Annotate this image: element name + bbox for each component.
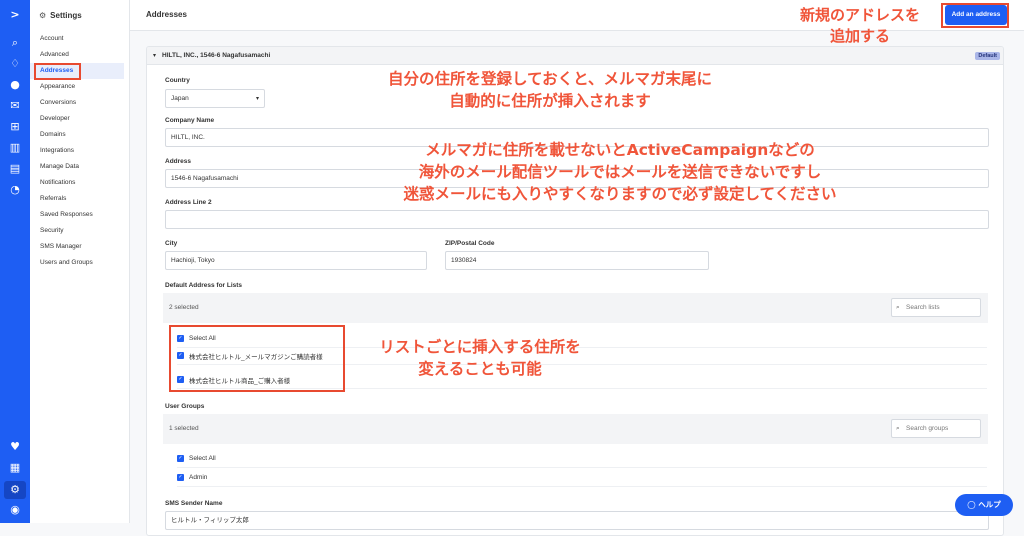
app-rail: > ⌕ ♢ ● ✉ ⊞ ▥ ▤ ◔ ♥ ▦ ⚙ ◉ [0, 0, 30, 523]
avatar-icon[interactable]: ◉ [8, 503, 22, 517]
logo-chevron-icon[interactable]: > [8, 8, 22, 22]
groups-selected-count: 1 selected [169, 425, 199, 432]
sidebar-item-advanced[interactable]: Advanced [30, 47, 129, 63]
address-card-header[interactable]: ▾ HILTL, INC., 1546-6 Nagafusamachi Defa… [147, 47, 1003, 65]
highlight-add-button-box [941, 3, 1009, 28]
sms-label: SMS Sender Name [165, 500, 223, 507]
sidebar-item-notifications[interactable]: Notifications [30, 175, 129, 191]
sidebar-item-security[interactable]: Security [30, 223, 129, 239]
search-icon: ⌕ [896, 303, 900, 311]
address-line2-label: Address Line 2 [165, 199, 212, 206]
sms-sender-input[interactable]: ヒルトル・フィリップ太郎 [165, 511, 989, 530]
chat-bubble-icon: ◯ [967, 500, 976, 509]
city-input[interactable]: Hachioji, Tokyo [165, 251, 427, 270]
lists-selected-count: 2 selected [169, 304, 199, 311]
group-item-label: Admin [189, 474, 208, 481]
settings-icon[interactable]: ⚙ [8, 483, 22, 497]
country-label: Country [165, 77, 190, 84]
annotation-footer: 自分の住所を登録しておくと、メルマガ末尾に 自動的に住所が挿入されます [340, 68, 760, 112]
caret-down-icon: ▾ [255, 95, 259, 102]
address-heading: HILTL, INC., 1546-6 Nagafusamachi [162, 52, 271, 59]
group-item-label: Select All [189, 455, 216, 462]
page-title: Addresses [146, 10, 187, 19]
annotation-add-line2: 追加する [829, 27, 890, 45]
sidebar-item-referrals[interactable]: Referrals [30, 191, 129, 207]
country-select[interactable]: Japan ▾ [165, 89, 265, 108]
search-icon[interactable]: ⌕ [8, 36, 22, 50]
search-groups-input[interactable]: ⌕ Search groups [891, 419, 981, 438]
highlight-addresses-box [34, 63, 81, 80]
apps-icon[interactable]: ▦ [8, 461, 22, 475]
address-label: Address [165, 158, 192, 165]
pipeline-icon[interactable]: ▥ [8, 141, 22, 155]
zip-label: ZIP/Postal Code [445, 240, 495, 247]
group-item[interactable]: ✓ Select All [177, 450, 987, 468]
help-label: ヘルプ [978, 500, 1001, 509]
search-lists-placeholder: Search lists [906, 304, 940, 311]
group-item[interactable]: ✓ Admin [177, 469, 987, 487]
sidebar-item-account[interactable]: Account [30, 31, 129, 47]
sidebar-title: Settings [50, 10, 82, 20]
annotation-add-address: 新規のアドレスを 追加する [785, 5, 935, 47]
pie-chart-icon[interactable]: ◔ [8, 183, 22, 197]
checkbox-checked-icon[interactable]: ✓ [177, 455, 184, 462]
annotation-footer-line1: 自分の住所を登録しておくと、メルマガ末尾に [388, 70, 712, 88]
annotation-warn-line2: 海外のメール配信ツールではメールを送信できないですし [418, 163, 822, 181]
sidebar-item-manage-data[interactable]: Manage Data [30, 159, 129, 175]
help-button[interactable]: ◯ ヘルプ [955, 494, 1013, 516]
sidebar-item-saved-responses[interactable]: Saved Responses [30, 207, 129, 223]
gear-icon: ⚙ [39, 10, 47, 20]
sidebar-item-developer[interactable]: Developer [30, 111, 129, 127]
annotation-add-line1: 新規のアドレスを [799, 6, 920, 24]
search-icon: ⌕ [896, 424, 900, 432]
sidebar-item-domains[interactable]: Domains [30, 127, 129, 143]
lists-toolbar: 2 selected ⌕ Search lists [163, 293, 988, 323]
annotation-warning: メルマガに住所を載せないとActiveCampaignなどの 海外のメール配信ツ… [350, 139, 890, 205]
lists-label: Default Address for Lists [165, 282, 243, 289]
sidebar-item-integrations[interactable]: Integrations [30, 143, 129, 159]
zip-input[interactable]: 1930824 [445, 251, 709, 270]
address-line2-input[interactable] [165, 210, 989, 229]
company-label: Company Name [165, 117, 215, 124]
sidebar-item-conversions[interactable]: Conversions [30, 95, 129, 111]
annotation-list-line2: 変えることも可能 [418, 360, 542, 378]
heart-icon[interactable]: ♥ [8, 440, 22, 454]
default-badge: Default [975, 52, 1000, 60]
annotation-footer-line2: 自動的に住所が挿入されます [449, 92, 651, 110]
country-value: Japan [171, 95, 189, 102]
lightbulb-icon[interactable]: ♢ [8, 57, 22, 71]
city-label: City [165, 240, 178, 247]
address-card: ▾ HILTL, INC., 1546-6 Nagafusamachi Defa… [146, 46, 1004, 536]
mail-icon[interactable]: ✉ [8, 99, 22, 113]
annotation-warn-line3: 迷惑メールにも入りやすくなりますので必ず設定してください [403, 185, 837, 203]
search-groups-placeholder: Search groups [906, 425, 949, 432]
sidebar-header: ⚙ Settings [30, 0, 129, 30]
groups-toolbar: 1 selected ⌕ Search groups [163, 414, 988, 444]
annotation-list-line1: リストごとに挿入する住所を [379, 338, 581, 356]
sidebar-item-sms-manager[interactable]: SMS Manager [30, 239, 129, 255]
chevron-down-icon: ▾ [153, 52, 157, 59]
search-lists-input[interactable]: ⌕ Search lists [891, 298, 981, 317]
checkbox-checked-icon[interactable]: ✓ [177, 474, 184, 481]
groups-label: User Groups [165, 403, 205, 410]
reports-icon[interactable]: ▤ [8, 162, 22, 176]
user-icon[interactable]: ● [8, 78, 22, 92]
annotation-lists: リストごとに挿入する住所を 変えることも可能 [345, 336, 615, 380]
annotation-warn-line1: メルマガに住所を載せないとActiveCampaignなどの [425, 141, 815, 159]
automation-icon[interactable]: ⊞ [8, 120, 22, 134]
sidebar-item-users-and-groups[interactable]: Users and Groups [30, 255, 129, 271]
highlight-lists-box [169, 325, 345, 392]
sidebar-item-appearance[interactable]: Appearance [30, 79, 129, 95]
